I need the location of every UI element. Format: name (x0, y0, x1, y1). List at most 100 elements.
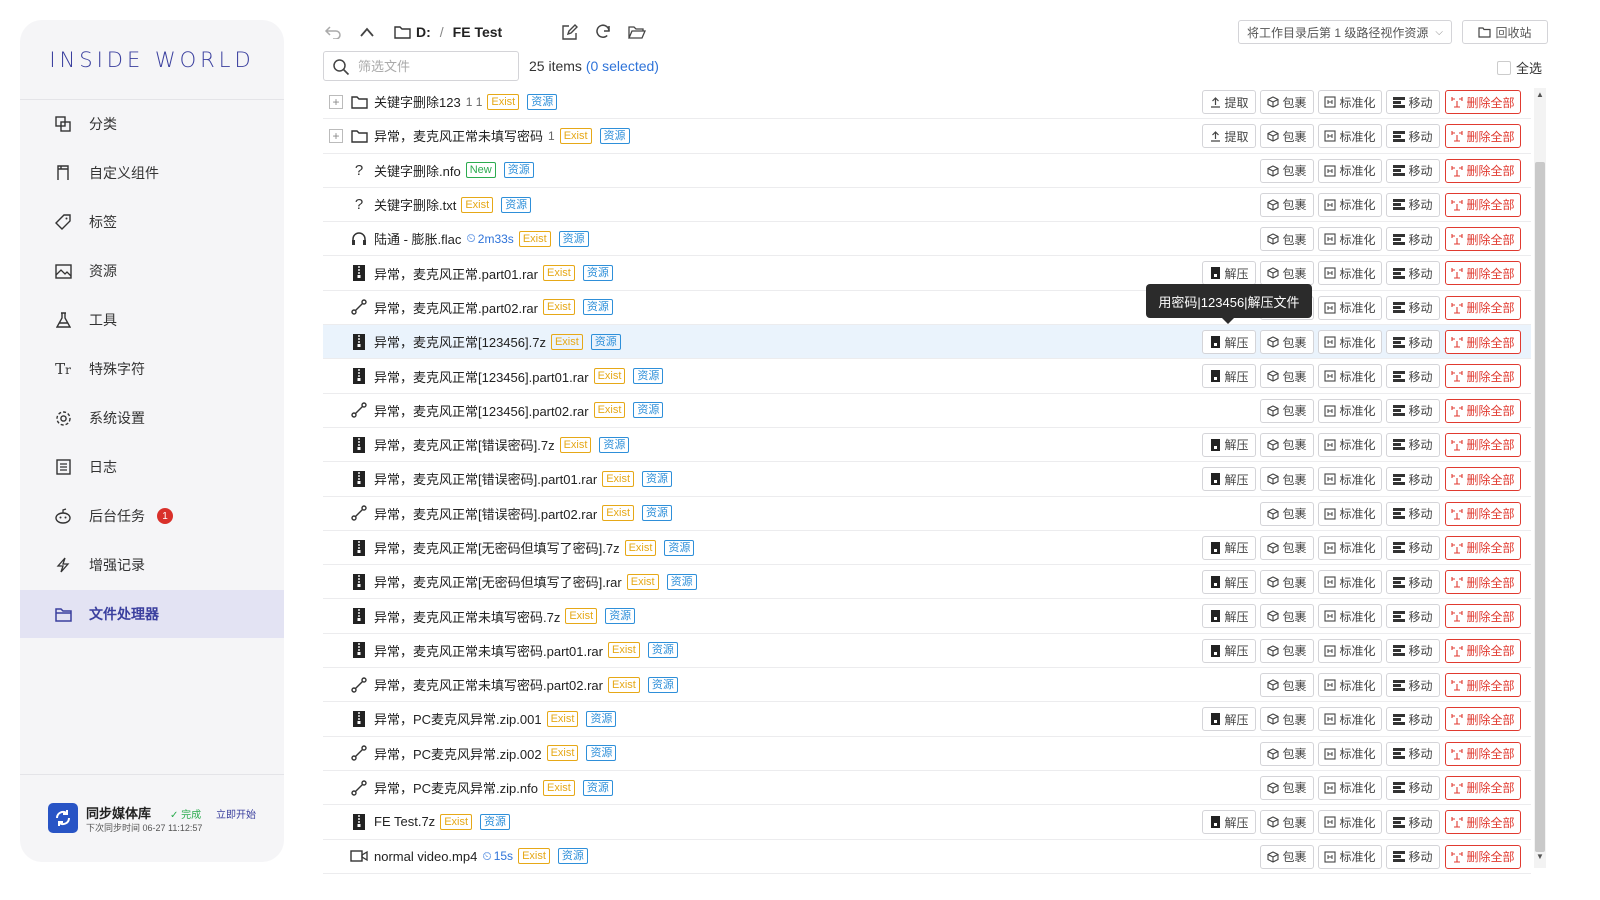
search-field[interactable] (323, 51, 519, 81)
recycle-bin-button[interactable]: 回收站 (1462, 20, 1548, 44)
unzip-button[interactable]: 解压 (1202, 638, 1256, 663)
extract-button[interactable]: 提取 (1202, 90, 1256, 114)
move-button[interactable]: 移动 (1386, 398, 1440, 423)
delete-all-button[interactable]: 删除全部 (1445, 90, 1521, 114)
sidebar-item-4[interactable]: 工具 (20, 296, 284, 344)
sidebar-item-3[interactable]: 资源 (20, 247, 284, 295)
select-all-checkbox[interactable] (1497, 60, 1511, 75)
move-button[interactable]: 移动 (1386, 638, 1440, 663)
scrollbar-thumb[interactable] (1535, 162, 1545, 852)
delete-all-button[interactable]: 删除全部 (1445, 467, 1521, 492)
normalize-button[interactable]: 标准化 (1318, 775, 1382, 800)
delete-all-button[interactable]: 删除全部 (1445, 707, 1521, 732)
file-row[interactable]: normal video.mp4 ⏲ 15s Exist 资源 包裹 标准化 移动 删除全部 (323, 840, 1531, 874)
delete-all-button[interactable]: 删除全部 (1445, 192, 1521, 217)
move-button[interactable]: 移动 (1386, 775, 1440, 800)
pack-button[interactable]: 包裹 (1260, 673, 1314, 698)
sidebar-item-5[interactable]: Tr 特殊字符 (20, 345, 284, 393)
delete-all-button[interactable]: 删除全部 (1445, 673, 1521, 698)
move-button[interactable]: 移动 (1386, 741, 1440, 766)
move-button[interactable]: 移动 (1386, 501, 1440, 526)
delete-all-button[interactable]: 删除全部 (1445, 535, 1521, 560)
select-all[interactable]: 全选 (1497, 58, 1542, 77)
normalize-button[interactable]: 标准化 (1318, 398, 1382, 423)
delete-all-button[interactable]: 删除全部 (1445, 775, 1521, 800)
pack-button[interactable]: 包裹 (1260, 364, 1314, 389)
delete-all-button[interactable]: 删除全部 (1445, 810, 1521, 835)
up-icon[interactable] (357, 22, 377, 42)
scroll-down-icon[interactable]: ▼ (1534, 850, 1546, 862)
normalize-button[interactable]: 标准化 (1318, 501, 1382, 526)
normalize-button[interactable]: 标准化 (1318, 810, 1382, 835)
back-icon[interactable] (323, 22, 343, 42)
normalize-button[interactable]: 标准化 (1318, 707, 1382, 732)
pack-button[interactable]: 包裹 (1260, 570, 1314, 595)
pack-button[interactable]: 包裹 (1260, 158, 1314, 183)
unzip-button[interactable]: 解压 (1202, 707, 1256, 732)
sidebar-item-6[interactable]: 系统设置 (20, 394, 284, 442)
scroll-up-icon[interactable]: ▲ (1534, 88, 1546, 100)
file-row[interactable]: FE Test.7z Exist 资源 解压 包裹 标准化 移动 删除全部 (323, 805, 1531, 840)
normalize-button[interactable]: 标准化 (1318, 295, 1382, 320)
edit-icon[interactable] (559, 22, 579, 42)
normalize-button[interactable]: 标准化 (1318, 158, 1382, 183)
file-row[interactable]: 异常，麦克风正常[123456].part01.rar Exist 资源 解压 包裹 标准… (323, 359, 1531, 394)
pack-button[interactable]: 包裹 (1260, 330, 1314, 355)
unzip-button[interactable]: 解压 (1202, 604, 1256, 629)
unzip-button[interactable]: 解压 (1202, 810, 1256, 835)
move-button[interactable]: 移动 (1386, 707, 1440, 732)
pack-button[interactable]: 包裹 (1260, 432, 1314, 457)
delete-all-button[interactable]: 删除全部 (1445, 604, 1521, 629)
sidebar-item-8[interactable]: 后台任务 1 (20, 492, 284, 540)
sidebar-item-0[interactable]: 分类 (20, 100, 284, 148)
file-row[interactable]: 异常，麦克风正常[错误密码].part02.rar Exist 资源 包裹 标准化 移动 删… (323, 497, 1531, 531)
pack-button[interactable]: 包裹 (1260, 638, 1314, 663)
file-row[interactable]: 异常，麦克风正常[无密码但填写了密码].7z Exist 资源 解压 包裹 标准化 移动 删除… (323, 531, 1531, 566)
file-row[interactable]: 陆通 - 膨胀.flac ⏲ 2m33s Exist 资源 包裹 标准化 移动 删除全部 (323, 222, 1531, 257)
file-row[interactable]: 异常，PC麦克风异常.zip.nfo Exist 资源 包裹 标准化 移动 删除全部 (323, 771, 1531, 806)
normalize-button[interactable]: 标准化 (1318, 467, 1382, 492)
normalize-button[interactable]: 标准化 (1318, 535, 1382, 560)
file-row[interactable]: 异常，麦克风正常[无密码但填写了密码].rar Exist 资源 解压 包裹 标准化 移动 删… (323, 565, 1531, 600)
move-button[interactable]: 移动 (1386, 227, 1440, 252)
file-row[interactable]: 异常，麦克风正常[错误密码].7z Exist 资源 解压 包裹 标准化 移动 删除全部 (323, 428, 1531, 463)
move-button[interactable]: 移动 (1386, 570, 1440, 595)
normalize-button[interactable]: 标准化 (1318, 330, 1382, 355)
file-row[interactable]: 异常，PC麦克风异常.zip.001 Exist 资源 解压 包裹 标准化 移动 删除全部 (323, 702, 1531, 737)
delete-all-button[interactable]: 删除全部 (1445, 398, 1521, 423)
unzip-button[interactable]: 解压 (1202, 432, 1256, 457)
pack-button[interactable]: 包裹 (1260, 467, 1314, 492)
search-input[interactable] (358, 58, 508, 74)
pack-button[interactable]: 包裹 (1260, 192, 1314, 217)
move-button[interactable]: 移动 (1386, 467, 1440, 492)
move-button[interactable]: 移动 (1386, 330, 1440, 355)
normalize-button[interactable]: 标准化 (1318, 570, 1382, 595)
pack-button[interactable]: 包裹 (1260, 844, 1314, 869)
unzip-button[interactable]: 解压 (1202, 364, 1256, 389)
file-row[interactable]: 异常，麦克风正常未填写密码.part01.rar Exist 资源 解压 包裹 标准化 移动… (323, 634, 1531, 669)
normalize-button[interactable]: 标准化 (1318, 432, 1382, 457)
expand-icon[interactable]: + (329, 128, 343, 143)
unzip-button[interactable]: 解压 (1202, 535, 1256, 560)
normalize-button[interactable]: 标准化 (1318, 638, 1382, 663)
file-row[interactable]: ? 关键字删除.txt Exist 资源 包裹 标准化 移动 删除全部 (323, 188, 1531, 223)
pack-button[interactable]: 包裹 (1260, 90, 1314, 114)
pack-button[interactable]: 包裹 (1260, 398, 1314, 423)
unzip-button[interactable]: 解压 (1202, 467, 1256, 492)
file-row[interactable]: 异常，麦克风正常未填写密码.part02.rar Exist 资源 包裹 标准化 移动 删除… (323, 668, 1531, 703)
normalize-button[interactable]: 标准化 (1318, 844, 1382, 869)
move-button[interactable]: 移动 (1386, 90, 1440, 114)
delete-all-button[interactable]: 删除全部 (1445, 570, 1521, 595)
normalize-button[interactable]: 标准化 (1318, 741, 1382, 766)
breadcrumb-drive[interactable]: D: (416, 24, 431, 40)
file-row[interactable]: 异常，PC麦克风异常.zip.002 Exist 资源 包裹 标准化 移动 删除全部 (323, 737, 1531, 771)
delete-all-button[interactable]: 删除全部 (1445, 158, 1521, 183)
delete-all-button[interactable]: 删除全部 (1445, 330, 1521, 355)
normalize-button[interactable]: 标准化 (1318, 124, 1382, 149)
delete-all-button[interactable]: 删除全部 (1445, 432, 1521, 457)
pack-button[interactable]: 包裹 (1260, 227, 1314, 252)
sync-start-link[interactable]: 立即开始 (216, 806, 256, 821)
extract-button[interactable]: 提取 (1202, 124, 1256, 149)
normalize-button[interactable]: 标准化 (1318, 90, 1382, 114)
normalize-button[interactable]: 标准化 (1318, 261, 1382, 286)
